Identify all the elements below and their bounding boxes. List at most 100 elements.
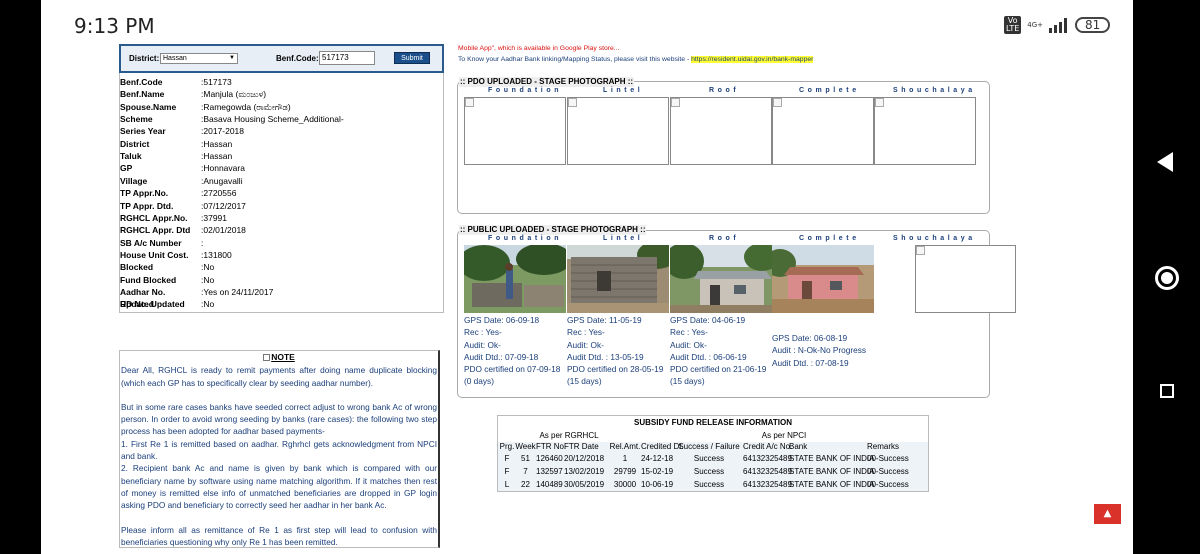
complete-photo[interactable] [772, 245, 874, 313]
uidai-link[interactable]: https://resident.uidai.gov.in/bank-mappe… [691, 56, 814, 63]
left-letterbox [0, 0, 41, 554]
note-paragraph-2: But in some rare cases banks have seeded… [121, 401, 437, 437]
nav-recents-icon[interactable] [1160, 384, 1174, 398]
benf-row-value: :No [201, 274, 215, 285]
broken-image-icon [671, 98, 680, 107]
subsidy-cell: 20/12/2018 [564, 454, 605, 463]
note-title: NOTE [121, 351, 437, 363]
subsidy-cell: F [504, 467, 510, 476]
subsidy-cell: STATE BANK OF INDIA [789, 480, 875, 489]
signal-icon [1049, 17, 1069, 33]
benf-row-value: :02/01/2018 [201, 225, 246, 236]
shouchalaya-photo-slot [915, 245, 1016, 313]
subsidy-cell: 30000 [613, 480, 637, 489]
subsidy-cell: 10-06-19 [641, 480, 674, 489]
caption-line: (15 days) [567, 376, 602, 387]
pdo-photo-slot-roof [670, 97, 772, 165]
benf-row-key: SB A/c Number [120, 237, 182, 248]
benf-row-value: :07/12/2017 [201, 200, 246, 211]
benf-row-key: House Unit Cost. [120, 249, 189, 260]
broken-image-icon [773, 98, 782, 107]
benf-row-key: RD No. Updated [120, 299, 185, 310]
caption-line: GPS Date: 06-09-18 [464, 315, 540, 325]
lintel-photo[interactable] [567, 245, 669, 313]
benf-row-value: :2017-2018 [201, 126, 245, 137]
benf-code-input[interactable]: 517173 [319, 51, 375, 65]
photo-caption-foundation: GPS Date: 06-09-18 Rec : Yes- Audit: Ok- Au… [464, 314, 560, 388]
note-panel: NOTE Dear All, RGHCL is ready to remit p… [119, 350, 440, 548]
caption-line: Audit: Ok- [670, 339, 707, 350]
network-type: 4G+ [1027, 21, 1044, 29]
subsidy-table: SUBSIDY FUND RELEASE INFORMATION As per … [497, 415, 929, 492]
broken-image-icon [916, 246, 925, 255]
public-stage-complete: Complete [799, 235, 860, 242]
caption-line: GPS Date: 06-08-19 [772, 333, 848, 343]
caption-line: (15 days) [670, 376, 705, 387]
subsidy-cell: 00-Success [867, 454, 909, 463]
subsidy-header-cell: FTR No. [536, 442, 567, 451]
benf-row-key: Benf.Name [120, 89, 165, 100]
caption-line: Audit: Ok- [567, 339, 604, 350]
public-stage-lintel: Lintel [603, 235, 644, 242]
benf-row-value: :2720556 [201, 188, 237, 199]
scroll-top-button[interactable]: ▲ [1094, 504, 1121, 524]
caption-line: Audit: Ok- [464, 339, 501, 350]
caption-line: Audit : N-Ok-No Progress [772, 345, 867, 356]
benf-row-key: Blocked [120, 262, 154, 273]
battery-icon: 81 [1075, 17, 1111, 33]
caption-line: Audit Dtd. : 13-05-19 [567, 351, 644, 362]
benf-code-label: Benf.Code: [276, 54, 319, 63]
district-label: District: [129, 54, 160, 63]
subsidy-cell: 126460 [536, 454, 563, 463]
benf-row-value: : [201, 237, 204, 248]
pdo-stage-complete: Complete [799, 87, 860, 94]
caption-line: GPS Date: 04-06-19 [670, 315, 746, 325]
benf-row-key: RGHCL Appr. Dtd [120, 225, 191, 236]
caption-line: PDO certified on 07-09-18 [464, 364, 561, 375]
aadhar-message: Mobile App", which is available in Googl… [458, 43, 878, 65]
note-paragraph-1: Dear All, RGHCL is ready to remit paymen… [121, 365, 437, 388]
submit-button[interactable]: Submit [394, 52, 430, 64]
subsidy-header-cell: Prg. [499, 442, 515, 451]
district-select[interactable]: Hassan ▼ [160, 53, 238, 64]
pdo-stage-lintel: Lintel [603, 87, 644, 94]
photo-caption-roof: GPS Date: 04-06-19 Rec : Yes- Audit: Ok- Au… [670, 314, 766, 388]
benf-row-value: :Manjula (ಮಂಜುಳ) [201, 89, 267, 100]
benf-row-value: :Honnavara [201, 163, 245, 174]
search-panel: District: Hassan ▼ Benf.Code: 517173 Subm… [119, 44, 444, 73]
note-paragraph-4: 2. Recipient bank Ac and name is given b… [121, 463, 437, 511]
nav-home-icon[interactable] [1155, 266, 1179, 290]
subsidy-cell: 7 [523, 467, 528, 476]
benf-row-key: Benf.Code [120, 77, 163, 87]
subsidy-header-cell: Week [515, 442, 536, 451]
caption-line: Audit Dtd.: 07-09-18 [464, 351, 539, 362]
subsidy-cell: 13/02/2019 [564, 467, 605, 476]
subsidy-cell: 30/05/2019 [564, 480, 605, 489]
benf-row-key: TP Appr.No. [120, 188, 169, 199]
benf-row-value: :37991 [201, 212, 227, 223]
benf-row-key: GP [120, 163, 133, 174]
photo-caption-lintel: GPS Date: 11-05-19 Rec : Yes- Audit: Ok- Au… [567, 314, 663, 388]
subsidy-cell: STATE BANK OF INDIA [789, 467, 875, 476]
pdo-photo-slot-lintel [567, 97, 669, 165]
benf-row-key: Series Year [120, 126, 166, 137]
benf-row-value: :Ramegowda (ರಾಮೇಗೌಡ) [201, 101, 291, 112]
nav-back-icon[interactable] [1157, 152, 1173, 172]
foundation-photo[interactable] [464, 245, 566, 313]
subsidy-cell: 140489 [536, 480, 563, 489]
photo-caption-complete: GPS Date: 06-08-19 Audit : N-Ok-No Progre… [772, 332, 866, 369]
subsidy-header-cell: FTR Date [564, 442, 599, 451]
broken-image-icon [263, 354, 271, 362]
lintel-photo-image [567, 245, 669, 313]
benf-row-value: :No [201, 262, 215, 273]
pdo-photo-slot-complete [772, 97, 874, 165]
public-stage-shouchalaya: Shouchalaya [893, 235, 976, 242]
benf-row-key: Fund Blocked [120, 274, 177, 285]
subsidy-header-cell: Remarks [867, 442, 900, 451]
aadhar-status-text: To Know your Aadhar Bank linking/Mapping… [458, 54, 878, 65]
subsidy-cell: 64132325489 [743, 480, 792, 489]
subsidy-cell: 132597 [536, 467, 563, 476]
subsidy-cell: L [504, 480, 510, 489]
benf-row-key: TP Appr. Dtd. [120, 200, 174, 211]
roof-photo[interactable] [670, 245, 772, 313]
